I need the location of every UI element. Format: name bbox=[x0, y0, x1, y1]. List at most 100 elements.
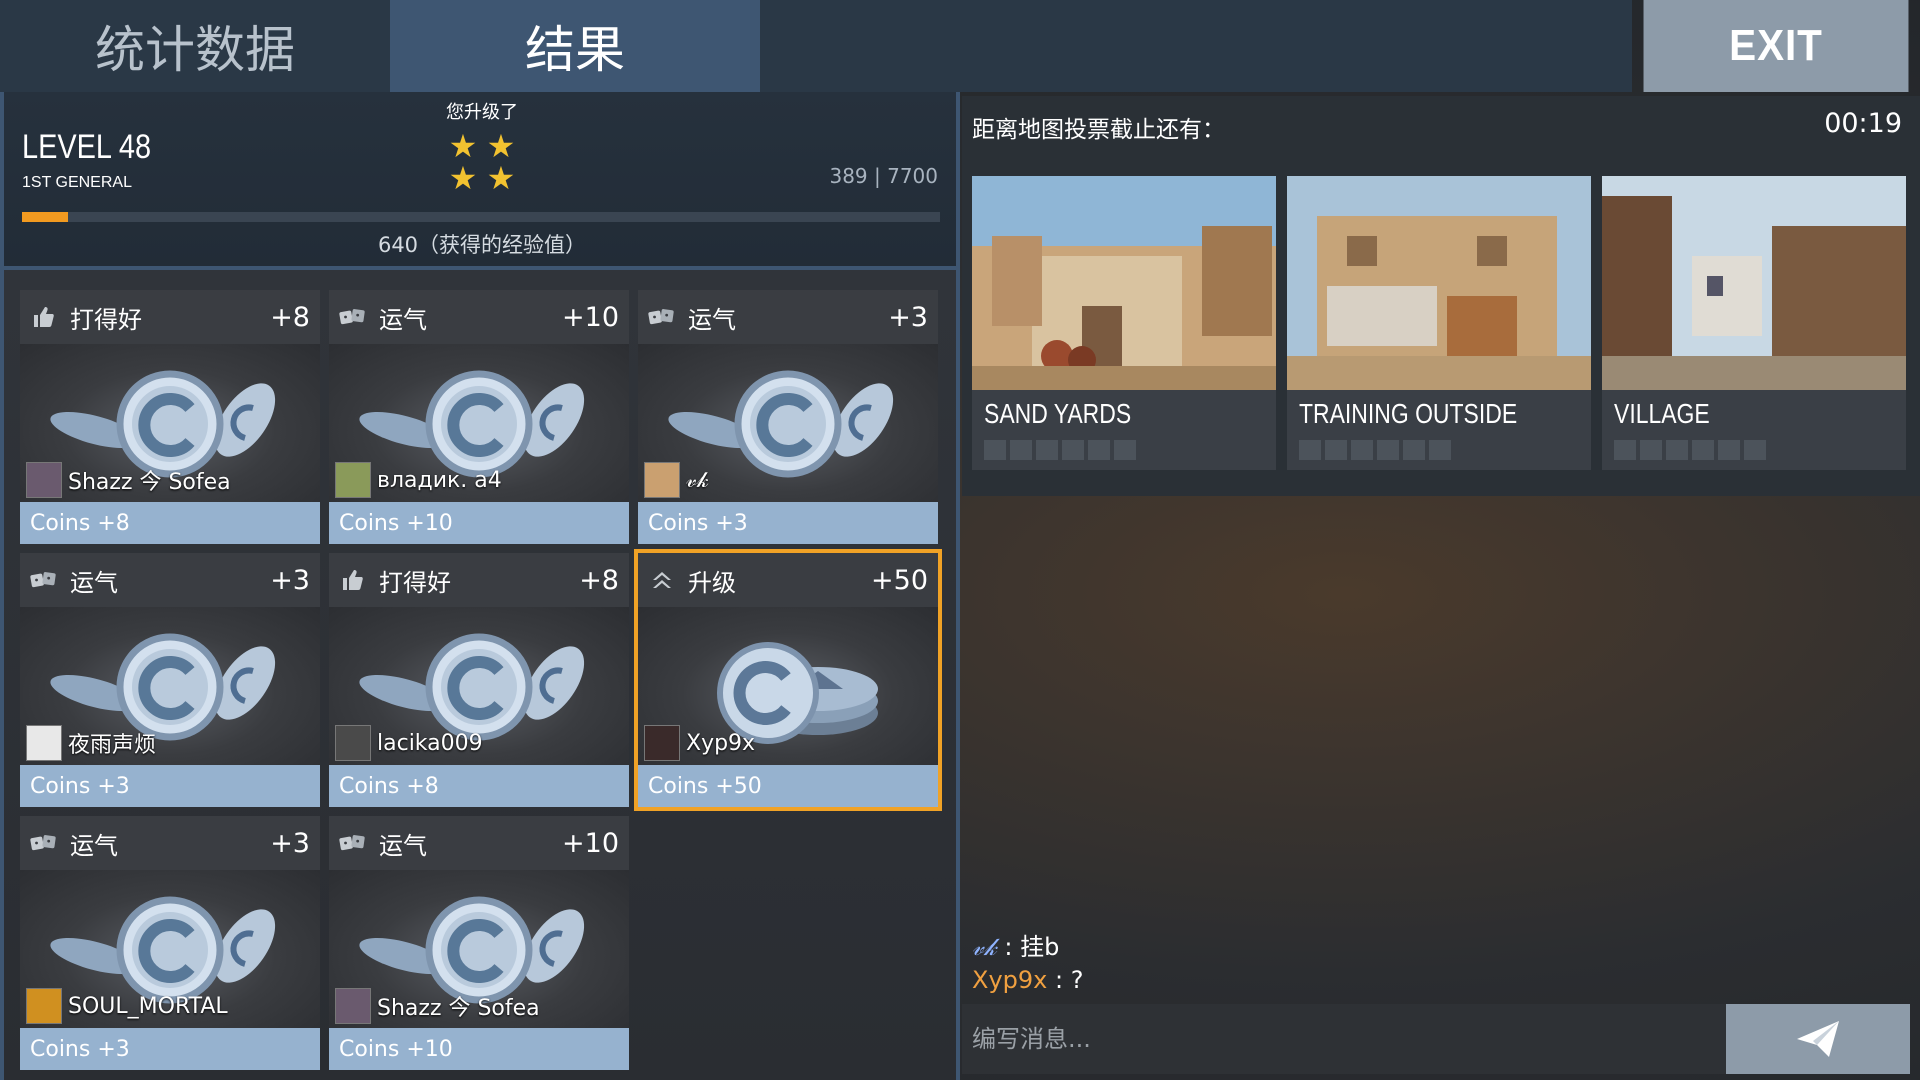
player-name: SOUL_MORTAL bbox=[68, 993, 228, 1019]
avatar bbox=[26, 988, 62, 1024]
reward-card-header: 运气 +3 bbox=[20, 816, 320, 870]
map-preview-image bbox=[1287, 176, 1591, 390]
player-name: Xyp9x bbox=[686, 730, 756, 756]
reward-card-header: 运气 +3 bbox=[20, 553, 320, 607]
reward-title: 升级 bbox=[688, 568, 736, 597]
chat-message-input[interactable] bbox=[962, 1004, 1726, 1074]
exit-button[interactable]: EXIT bbox=[1643, 0, 1909, 92]
chat-text: 挂b bbox=[1020, 933, 1060, 961]
star-icon: ★ bbox=[448, 159, 478, 197]
map-name: TRAINING OUTSIDE bbox=[1299, 398, 1518, 429]
reward-card-header: 运气 +10 bbox=[329, 816, 629, 870]
reward-player: Xyp9x bbox=[644, 725, 755, 761]
vote-slot bbox=[1036, 440, 1058, 460]
avatar bbox=[644, 462, 680, 498]
reward-card: 运气 +10 владик. a4 Coins +10 bbox=[329, 290, 629, 544]
player-name: Shazz 今 Sofea bbox=[68, 470, 231, 495]
xp-progress-bar bbox=[22, 212, 940, 222]
map-vote-timer: 00:19 bbox=[1824, 108, 1902, 139]
avatar bbox=[644, 725, 680, 761]
reward-card-body: владик. a4 bbox=[329, 344, 629, 502]
avatar bbox=[26, 725, 62, 761]
reward-card: 运气 +3 SOUL_MORTAL Coins +3 bbox=[20, 816, 320, 1070]
send-button[interactable] bbox=[1726, 1004, 1910, 1074]
map-option[interactable]: SAND YARDS bbox=[972, 176, 1276, 470]
coins-reward: Coins +8 bbox=[329, 765, 629, 807]
avatar bbox=[335, 725, 371, 761]
map-vote-label: 距离地图投票截止还有： bbox=[972, 117, 1225, 143]
vote-slot bbox=[1010, 440, 1032, 460]
reward-player: lacika009 bbox=[335, 725, 483, 761]
reward-player: владик. a4 bbox=[335, 462, 502, 498]
vote-slot bbox=[1718, 440, 1740, 460]
vote-slot bbox=[1325, 440, 1347, 460]
player-name: 夜雨声烦 bbox=[68, 733, 157, 758]
map-vote-panel: 距离地图投票截止还有： 00:19 SAND YARDS TRAINING OUT… bbox=[962, 96, 1920, 496]
level-label: LEVEL 48 bbox=[22, 128, 152, 166]
reward-card-body: 𝓋𝓀 bbox=[638, 344, 938, 502]
vote-slot bbox=[1114, 440, 1136, 460]
tab-results[interactable]: 结果 bbox=[390, 0, 760, 92]
xp-numbers: 389 | 7700 bbox=[829, 164, 938, 188]
topbar-spacer bbox=[760, 0, 1632, 92]
reward-card-body: Shazz 今 Sofea bbox=[329, 870, 629, 1028]
xp-progress-fill bbox=[22, 212, 68, 222]
vote-slot bbox=[1062, 440, 1084, 460]
paper-plane-icon bbox=[1797, 1021, 1839, 1057]
reward-bonus: +8 bbox=[579, 564, 619, 596]
map-option[interactable]: VILLAGE bbox=[1602, 176, 1906, 470]
vote-slot bbox=[1377, 440, 1399, 460]
vote-slot bbox=[1692, 440, 1714, 460]
star-icon: ★ bbox=[486, 159, 516, 197]
star-icon: ★ bbox=[448, 127, 478, 165]
vote-slot bbox=[1744, 440, 1766, 460]
coins-reward: Coins +3 bbox=[20, 765, 320, 807]
reward-bonus: +8 bbox=[270, 301, 310, 333]
coins-reward: Coins +50 bbox=[638, 765, 938, 807]
dice-icon bbox=[30, 829, 58, 857]
reward-card-body: Xyp9x bbox=[638, 607, 938, 765]
chat-message: Xyp9x : ? bbox=[972, 966, 1083, 994]
reward-card-body: 夜雨声烦 bbox=[20, 607, 320, 765]
thumbs-up-icon bbox=[339, 566, 367, 594]
tab-statistics[interactable]: 统计数据 bbox=[0, 0, 390, 92]
reward-card-header: 打得好 +8 bbox=[329, 553, 629, 607]
reward-card-header: 运气 +3 bbox=[638, 290, 938, 344]
vote-slots bbox=[984, 440, 1136, 460]
vote-slot bbox=[1640, 440, 1662, 460]
reward-card-body: SOUL_MORTAL bbox=[20, 870, 320, 1028]
dice-icon bbox=[648, 303, 676, 331]
reward-card-body: Shazz 今 Sofea bbox=[20, 344, 320, 502]
reward-player: Shazz 今 Sofea bbox=[26, 462, 231, 498]
vote-slot bbox=[1614, 440, 1636, 460]
vote-slot bbox=[1351, 440, 1373, 460]
map-name: SAND YARDS bbox=[984, 398, 1132, 429]
reward-title: 打得好 bbox=[70, 305, 142, 334]
chat-text: ? bbox=[1070, 966, 1084, 994]
chat-panel: 𝓋𝓀 : 挂b Xyp9x : ? bbox=[962, 500, 1914, 1000]
reward-grid: 打得好 +8 Shazz 今 Sofea Coins +8 运气 +10 владик. a… bbox=[0, 270, 960, 1080]
coins-reward: Coins +10 bbox=[329, 502, 629, 544]
rank-up-icon bbox=[648, 566, 676, 594]
chat-message: 𝓋𝓀 : 挂b bbox=[972, 927, 1083, 962]
reward-title: 打得好 bbox=[379, 568, 451, 597]
player-name: Shazz 今 Sofea bbox=[377, 996, 540, 1021]
reward-bonus: +3 bbox=[270, 827, 310, 859]
reward-card-body: lacika009 bbox=[329, 607, 629, 765]
thumbs-up-icon bbox=[30, 303, 58, 331]
reward-player: 𝓋𝓀 bbox=[644, 462, 709, 498]
player-name: lacika009 bbox=[377, 730, 483, 756]
rank-stars: ★ ★ ★ ★ bbox=[446, 130, 522, 194]
reward-bonus: +50 bbox=[871, 564, 928, 596]
map-option[interactable]: TRAINING OUTSIDE bbox=[1287, 176, 1591, 470]
reward-card: 运气 +3 夜雨声烦 Coins +3 bbox=[20, 553, 320, 807]
star-icon: ★ bbox=[486, 127, 516, 165]
map-name: VILLAGE bbox=[1614, 398, 1710, 429]
reward-card: 运气 +3 𝓋𝓀 Coins +3 bbox=[638, 290, 938, 544]
reward-player: Shazz 今 Sofea bbox=[335, 988, 540, 1024]
reward-player: SOUL_MORTAL bbox=[26, 988, 228, 1024]
reward-title: 运气 bbox=[70, 831, 118, 860]
dice-icon bbox=[30, 566, 58, 594]
reward-bonus: +3 bbox=[270, 564, 310, 596]
chat-sender: Xyp9x bbox=[972, 966, 1048, 994]
